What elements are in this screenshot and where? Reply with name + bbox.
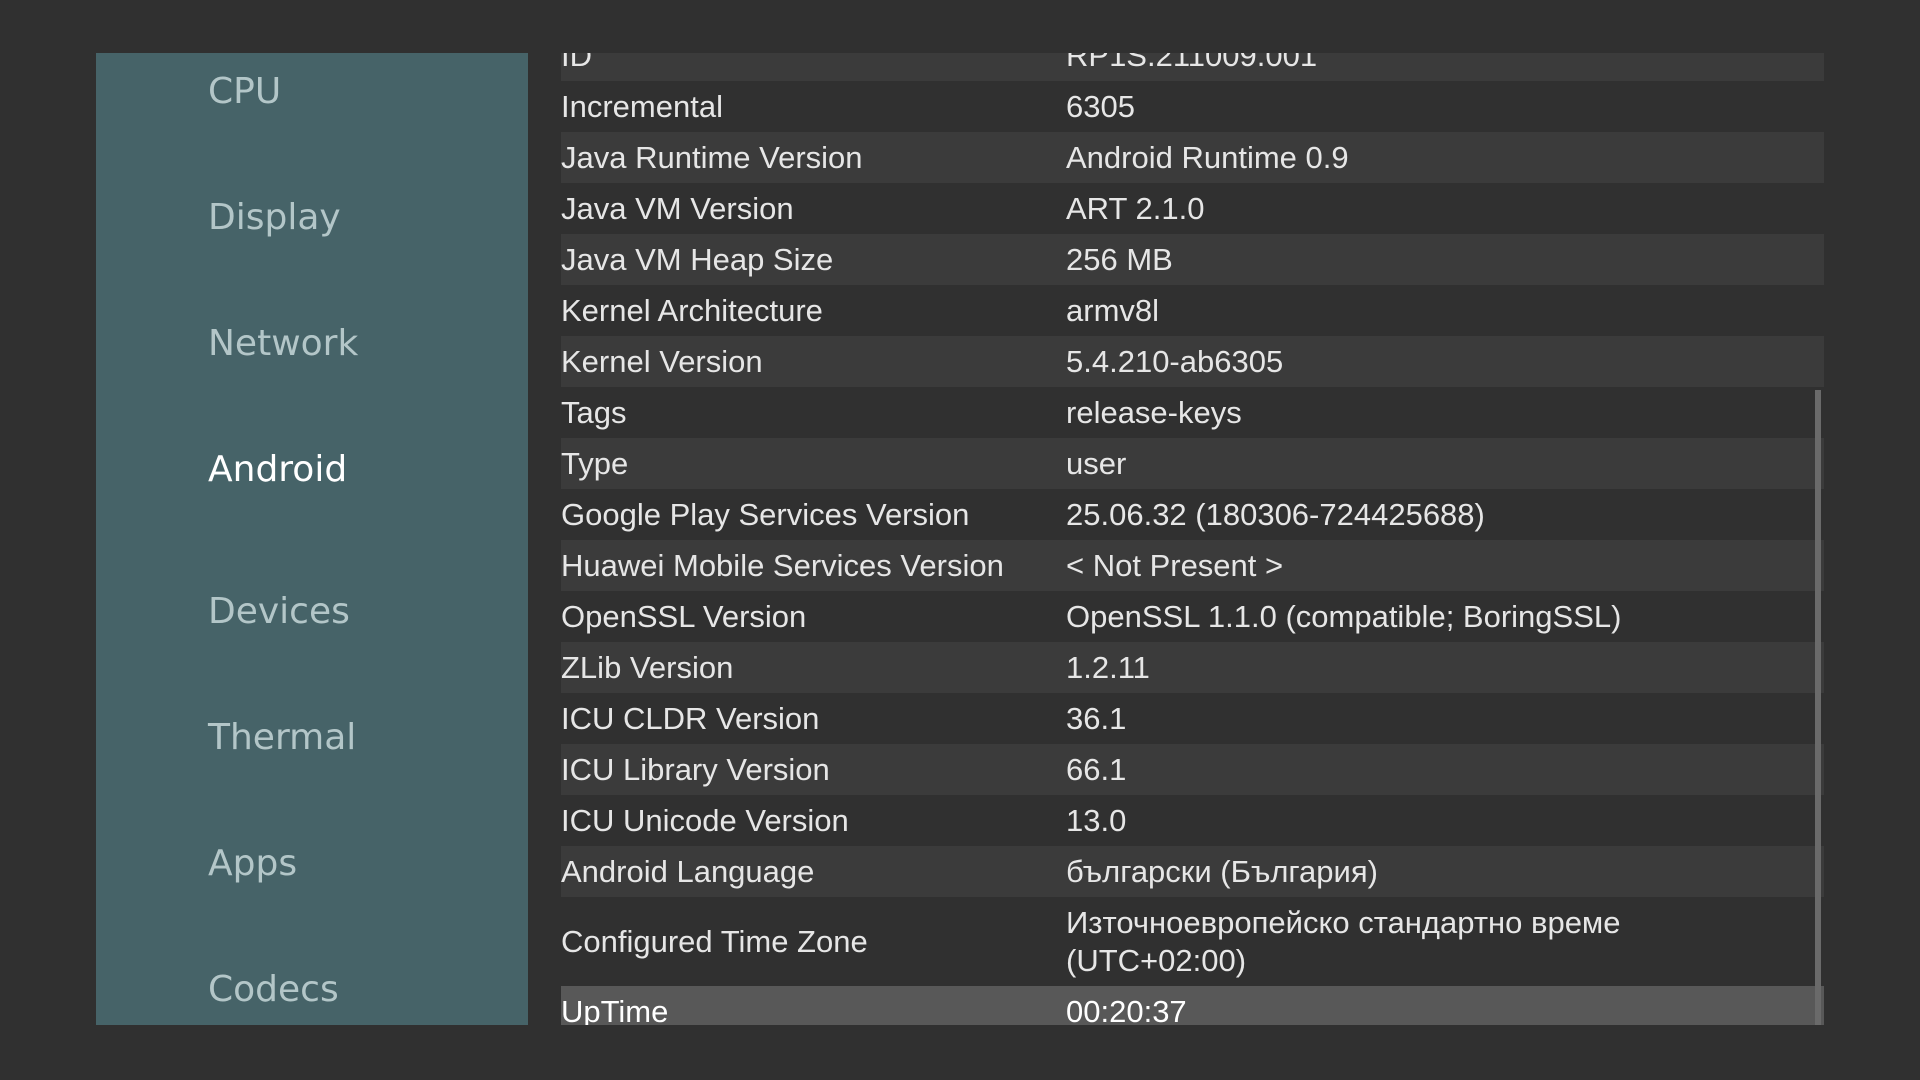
- sidebar-item-cpu[interactable]: CPU: [208, 70, 281, 114]
- row-key: Tags: [561, 394, 627, 430]
- row-value: Android Runtime 0.9: [1066, 139, 1349, 175]
- row-key: Huawei Mobile Services Version: [561, 547, 1004, 583]
- info-row-huawei-mobile-services-version: Huawei Mobile Services Version < Not Pre…: [561, 540, 1824, 591]
- sidebar-item-apps[interactable]: Apps: [208, 842, 297, 886]
- info-row-icu-cldr-version: ICU CLDR Version 36.1: [561, 693, 1824, 744]
- info-rows: ID RP1S.211009.001 Incremental 6305 Java…: [561, 53, 1824, 1025]
- row-value: release-keys: [1066, 394, 1242, 430]
- info-row-incremental: Incremental 6305: [561, 81, 1824, 132]
- row-key: ICU CLDR Version: [561, 700, 820, 736]
- row-value: 5.4.210-ab6305: [1066, 343, 1284, 379]
- info-row-tags: Tags release-keys: [561, 387, 1824, 438]
- row-value: 36.1: [1066, 700, 1127, 736]
- row-key: Java VM Version: [561, 190, 794, 226]
- row-value: 25.06.32 (180306-724425688): [1066, 496, 1485, 532]
- sidebar-item-devices[interactable]: Devices: [208, 590, 350, 634]
- row-value: < Not Present >: [1066, 547, 1284, 583]
- row-value: 1.2.11: [1066, 649, 1150, 685]
- row-key: Type: [561, 445, 629, 481]
- sidebar-item-thermal[interactable]: Thermal: [208, 716, 356, 760]
- scrollbar[interactable]: [1815, 390, 1821, 1025]
- row-key: ICU Library Version: [561, 751, 830, 787]
- sidebar-item-android[interactable]: Android: [208, 448, 347, 492]
- info-row-kernel-version: Kernel Version 5.4.210-ab6305: [561, 336, 1824, 387]
- row-value: Източноевропейско стандартно време (UTC+…: [1066, 904, 1621, 978]
- info-row-kernel-architecture: Kernel Architecture armv8l: [561, 285, 1824, 336]
- info-row-id: ID RP1S.211009.001: [561, 53, 1824, 81]
- row-key: Java VM Heap Size: [561, 241, 834, 277]
- row-key: Java Runtime Version: [561, 139, 863, 175]
- row-value: 13.0: [1066, 802, 1127, 838]
- row-value: 6305: [1066, 88, 1135, 124]
- row-key: Kernel Architecture: [561, 292, 823, 328]
- info-row-java-runtime-version: Java Runtime Version Android Runtime 0.9: [561, 132, 1824, 183]
- row-key: ICU Unicode Version: [561, 802, 849, 838]
- info-row-icu-library-version: ICU Library Version 66.1: [561, 744, 1824, 795]
- sidebar-item-network[interactable]: Network: [208, 322, 358, 366]
- row-value: 66.1: [1066, 751, 1127, 787]
- row-key: ID: [561, 53, 592, 73]
- info-row-configured-time-zone: Configured Time Zone Източноевропейско с…: [561, 897, 1824, 986]
- info-row-uptime[interactable]: UpTime 00:20:37: [561, 986, 1824, 1025]
- info-row-android-language: Android Language български (България): [561, 846, 1824, 897]
- screen: CPU Display Network Android Devices Ther…: [0, 0, 1920, 1080]
- row-key: Configured Time Zone: [561, 923, 868, 959]
- row-value: armv8l: [1066, 292, 1160, 328]
- info-row-type: Type user: [561, 438, 1824, 489]
- row-key: Google Play Services Version: [561, 496, 970, 532]
- row-key: Incremental: [561, 88, 723, 124]
- info-row-zlib-version: ZLib Version 1.2.11: [561, 642, 1824, 693]
- row-value: RP1S.211009.001: [1066, 53, 1318, 73]
- row-value: OpenSSL 1.1.0 (compatible; BoringSSL): [1066, 598, 1622, 634]
- row-key: Kernel Version: [561, 343, 763, 379]
- row-value: български (България): [1066, 853, 1378, 889]
- row-value: ART 2.1.0: [1066, 190, 1205, 226]
- row-key: OpenSSL Version: [561, 598, 807, 634]
- row-value: 256 MB: [1066, 241, 1173, 277]
- row-key: Android Language: [561, 853, 815, 889]
- info-list[interactable]: ID RP1S.211009.001 Incremental 6305 Java…: [561, 53, 1824, 1025]
- info-row-java-vm-heap-size: Java VM Heap Size 256 MB: [561, 234, 1824, 285]
- info-row-icu-unicode-version: ICU Unicode Version 13.0: [561, 795, 1824, 846]
- row-key: ZLib Version: [561, 649, 734, 685]
- info-row-google-play-services-version: Google Play Services Version 25.06.32 (1…: [561, 489, 1824, 540]
- sidebar-item-display[interactable]: Display: [208, 196, 341, 240]
- row-value: 00:20:37: [1066, 993, 1187, 1026]
- info-row-openssl-version: OpenSSL Version OpenSSL 1.1.0 (compatibl…: [561, 591, 1824, 642]
- sidebar-item-codecs[interactable]: Codecs: [208, 968, 339, 1012]
- info-row-java-vm-version: Java VM Version ART 2.1.0: [561, 183, 1824, 234]
- row-value: user: [1066, 445, 1127, 481]
- sidebar: CPU Display Network Android Devices Ther…: [96, 53, 528, 1025]
- row-key: UpTime: [561, 993, 669, 1026]
